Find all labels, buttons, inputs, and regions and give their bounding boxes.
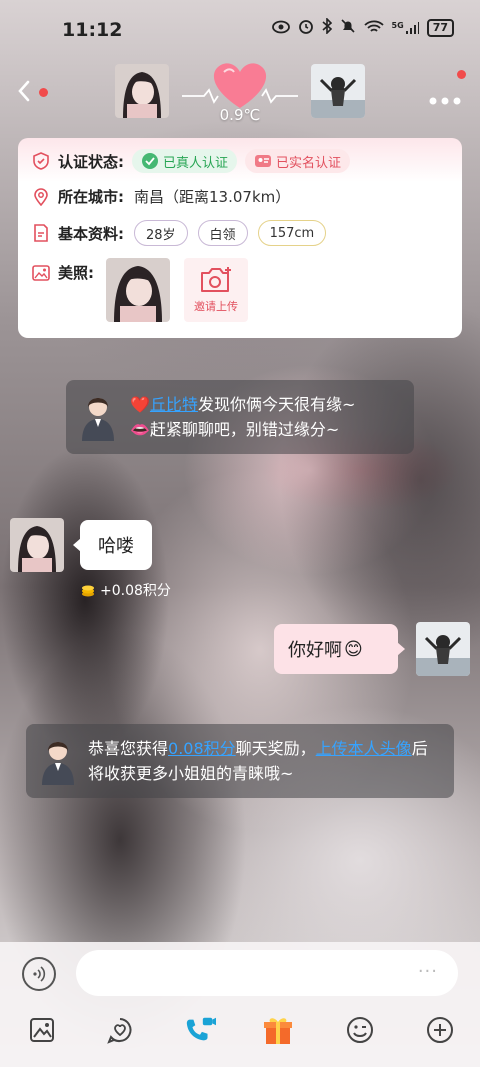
city-label: 所在城市: [58, 188, 124, 206]
assistant-avatar-icon [42, 742, 74, 785]
image-icon [32, 264, 50, 281]
more-options-button[interactable] [428, 80, 462, 113]
outgoing-message-bubble[interactable]: 你好啊 😊 [274, 624, 405, 674]
video-call-button[interactable] [184, 1014, 216, 1046]
partner-avatar[interactable] [115, 64, 169, 118]
basic-info-label: 基本资料: [58, 224, 124, 243]
coin-stack-icon [82, 585, 94, 597]
profile-info-card: 认证状态: 已真人认证 已实名认证 所在城市: 南昌（距离13.07km） 基本… [18, 138, 462, 338]
input-more-icon[interactable]: ··· [418, 961, 438, 982]
plus-circle-icon [427, 1017, 453, 1043]
wifi-icon [363, 19, 384, 38]
back-notification-dot [39, 88, 48, 97]
photos-row: 美照: [32, 262, 94, 283]
outgoing-message-avatar[interactable] [416, 622, 470, 676]
chat-input-area: ··· [0, 942, 480, 1067]
invite-upload-button[interactable]: 邀请上传 [184, 258, 248, 322]
more-actions-button[interactable] [424, 1014, 456, 1046]
verified-person-icon [142, 153, 158, 169]
verification-row: 认证状态: 已真人认证 已实名认证 [32, 149, 351, 173]
back-button[interactable] [14, 76, 36, 106]
chat-header: 0.9℃ [0, 58, 480, 138]
image-icon [30, 1018, 54, 1042]
basic-info-row: 基本资料: 28岁 白领 157cm [32, 220, 327, 246]
partner-photo-thumbnail[interactable] [106, 258, 170, 322]
points-link[interactable]: 0.08积分 [168, 739, 236, 758]
gift-button[interactable] [262, 1014, 294, 1046]
eye-icon [271, 19, 290, 38]
cupid-link[interactable]: 丘比特 [150, 395, 198, 414]
document-icon [34, 224, 48, 242]
city-row: 所在城市: 南昌（距离13.07km） [32, 186, 290, 207]
points-reward: +0.08积分 [80, 580, 171, 600]
video-call-icon [186, 1017, 216, 1041]
more-dots-icon [429, 97, 461, 105]
image-picker-button[interactable] [26, 1014, 58, 1046]
location-pin-icon [34, 187, 48, 206]
reward-system-message: 恭喜您获得0.08积分聊天奖励，上传本人头像后将收获更多小姐姐的青睐哦~ [26, 724, 454, 798]
intimacy-temperature: 0.9℃ [219, 106, 261, 124]
status-time: 11:12 [62, 19, 123, 41]
more-notification-dot [457, 70, 466, 79]
incoming-message-bubble[interactable]: 哈喽 [73, 520, 152, 570]
real-name-badge: 已实名认证 [245, 149, 351, 173]
id-card-icon [255, 155, 272, 167]
emoji-wink-icon [347, 1017, 373, 1043]
voice-wave-icon [33, 966, 46, 982]
upload-avatar-link[interactable]: 上传本人头像 [316, 739, 412, 758]
shield-icon [33, 152, 49, 170]
chevron-left-icon [18, 80, 30, 102]
emoji-button[interactable] [344, 1014, 376, 1046]
assistant-avatar-icon [82, 398, 114, 441]
status-bar: 11:12 5G 77 [0, 0, 480, 58]
battery-indicator: 77 [426, 19, 454, 37]
cupid-system-message: ❤️丘比特发现你俩今天很有缘~ 👄赶紧聊聊吧，别错过缘分~ [66, 380, 414, 454]
signal-icon: 5G [392, 21, 419, 35]
my-avatar[interactable] [311, 64, 365, 118]
bluetooth-icon [322, 17, 332, 38]
heart-bubble-icon [107, 1018, 132, 1044]
gift-icon [264, 1018, 292, 1044]
photos-label: 美照: [58, 264, 94, 282]
height-tag: 157cm [257, 220, 327, 246]
invite-upload-label: 邀请上传 [194, 300, 238, 313]
cupid-message-text: ❤️丘比特发现你俩今天很有缘~ 👄赶紧聊聊吧，别错过缘分~ [130, 395, 356, 439]
smile-emoji: 😊 [344, 638, 363, 660]
city-value: 南昌（距离13.07km） [134, 188, 291, 206]
reward-message-text: 恭喜您获得0.08积分聊天奖励，上传本人头像后将收获更多小姐姐的青睐哦~ [88, 739, 428, 783]
heart-icon [182, 63, 298, 108]
age-tag: 28岁 [134, 220, 188, 246]
incoming-message-avatar[interactable] [10, 518, 64, 572]
real-person-badge: 已真人认证 [132, 149, 238, 173]
heart-chat-button[interactable] [104, 1014, 136, 1046]
voice-input-button[interactable] [22, 957, 56, 991]
verification-label: 认证状态: [58, 152, 124, 171]
message-input[interactable]: ··· [76, 950, 458, 996]
alarm-icon [298, 18, 314, 38]
mute-bell-icon [340, 18, 356, 38]
occupation-tag: 白领 [197, 220, 248, 246]
status-icons: 5G 77 [271, 17, 454, 38]
camera-add-icon [201, 267, 231, 292]
